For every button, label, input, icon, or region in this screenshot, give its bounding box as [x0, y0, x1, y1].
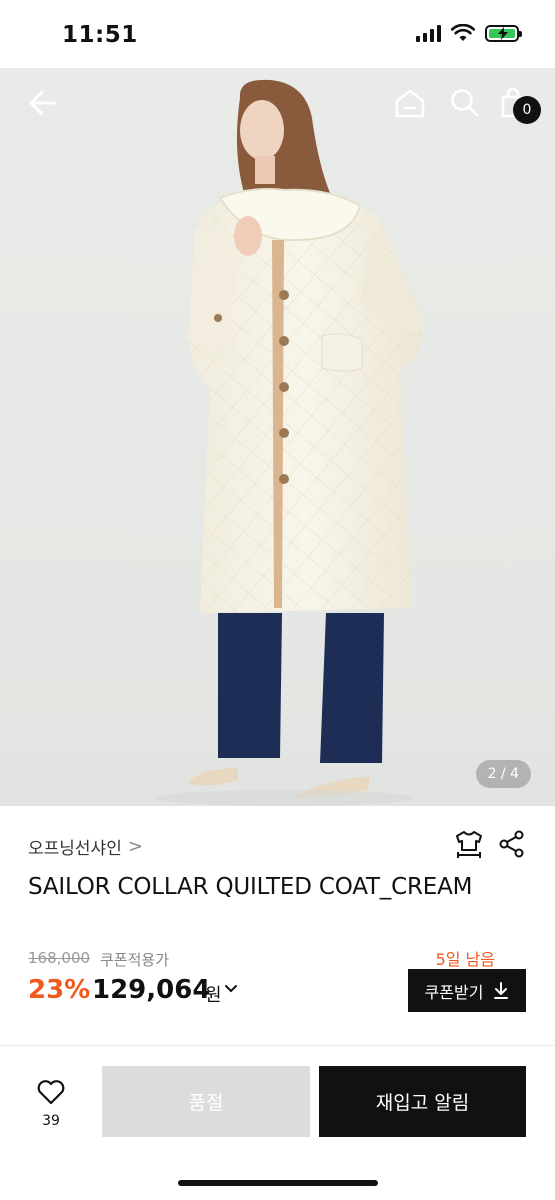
product-actions — [455, 830, 525, 860]
chevron-right-icon: > — [127, 836, 143, 857]
product-photo — [155, 79, 422, 806]
status-time: 11:51 — [62, 22, 138, 48]
coupon-days-left: 5일 남음 — [435, 950, 495, 969]
heart-icon — [37, 1080, 65, 1105]
discount-rate: 23% — [28, 975, 91, 1005]
cart-count-badge: 0 — [513, 96, 541, 124]
battery-icon — [485, 24, 522, 42]
sale-price: 129,064 — [92, 975, 211, 1005]
status-bar: 11:51 — [0, 0, 555, 68]
home-indicator — [178, 1180, 378, 1186]
back-arrow-icon[interactable] — [28, 88, 58, 118]
home-icon[interactable] — [394, 88, 426, 118]
size-guide-icon[interactable] — [455, 830, 483, 860]
like-count: 39 — [42, 1113, 60, 1129]
get-coupon-label: 쿠폰받기 — [424, 982, 484, 1002]
original-price: 168,000 — [28, 949, 91, 967]
download-icon — [494, 981, 509, 999]
currency-unit[interactable]: 원 — [205, 981, 222, 1007]
like-button[interactable]: 39 — [36, 1079, 66, 1129]
share-icon[interactable] — [499, 830, 525, 858]
product-title: SAILOR COLLAR QUILTED COAT_CREAM — [28, 874, 473, 900]
get-coupon-button[interactable]: 쿠폰받기 — [408, 969, 526, 1012]
brand-link[interactable]: 오프닝선샤인 > — [28, 834, 143, 859]
signal-icon — [416, 24, 441, 42]
brand-name: 오프닝선샤인 — [28, 839, 122, 859]
status-icons — [416, 24, 522, 42]
image-counter: 2 / 4 — [475, 760, 531, 788]
wifi-icon — [451, 24, 475, 41]
restock-alert-button[interactable]: 재입고 알림 — [319, 1066, 526, 1137]
sold-out-button[interactable]: 품절 — [102, 1066, 310, 1137]
chevron-down-icon[interactable] — [224, 982, 238, 996]
divider — [0, 1045, 555, 1046]
search-icon[interactable] — [450, 88, 480, 118]
coupon-price-label: 쿠폰적용가 — [100, 951, 170, 969]
product-image-carousel[interactable]: 2 / 4 — [0, 68, 555, 806]
